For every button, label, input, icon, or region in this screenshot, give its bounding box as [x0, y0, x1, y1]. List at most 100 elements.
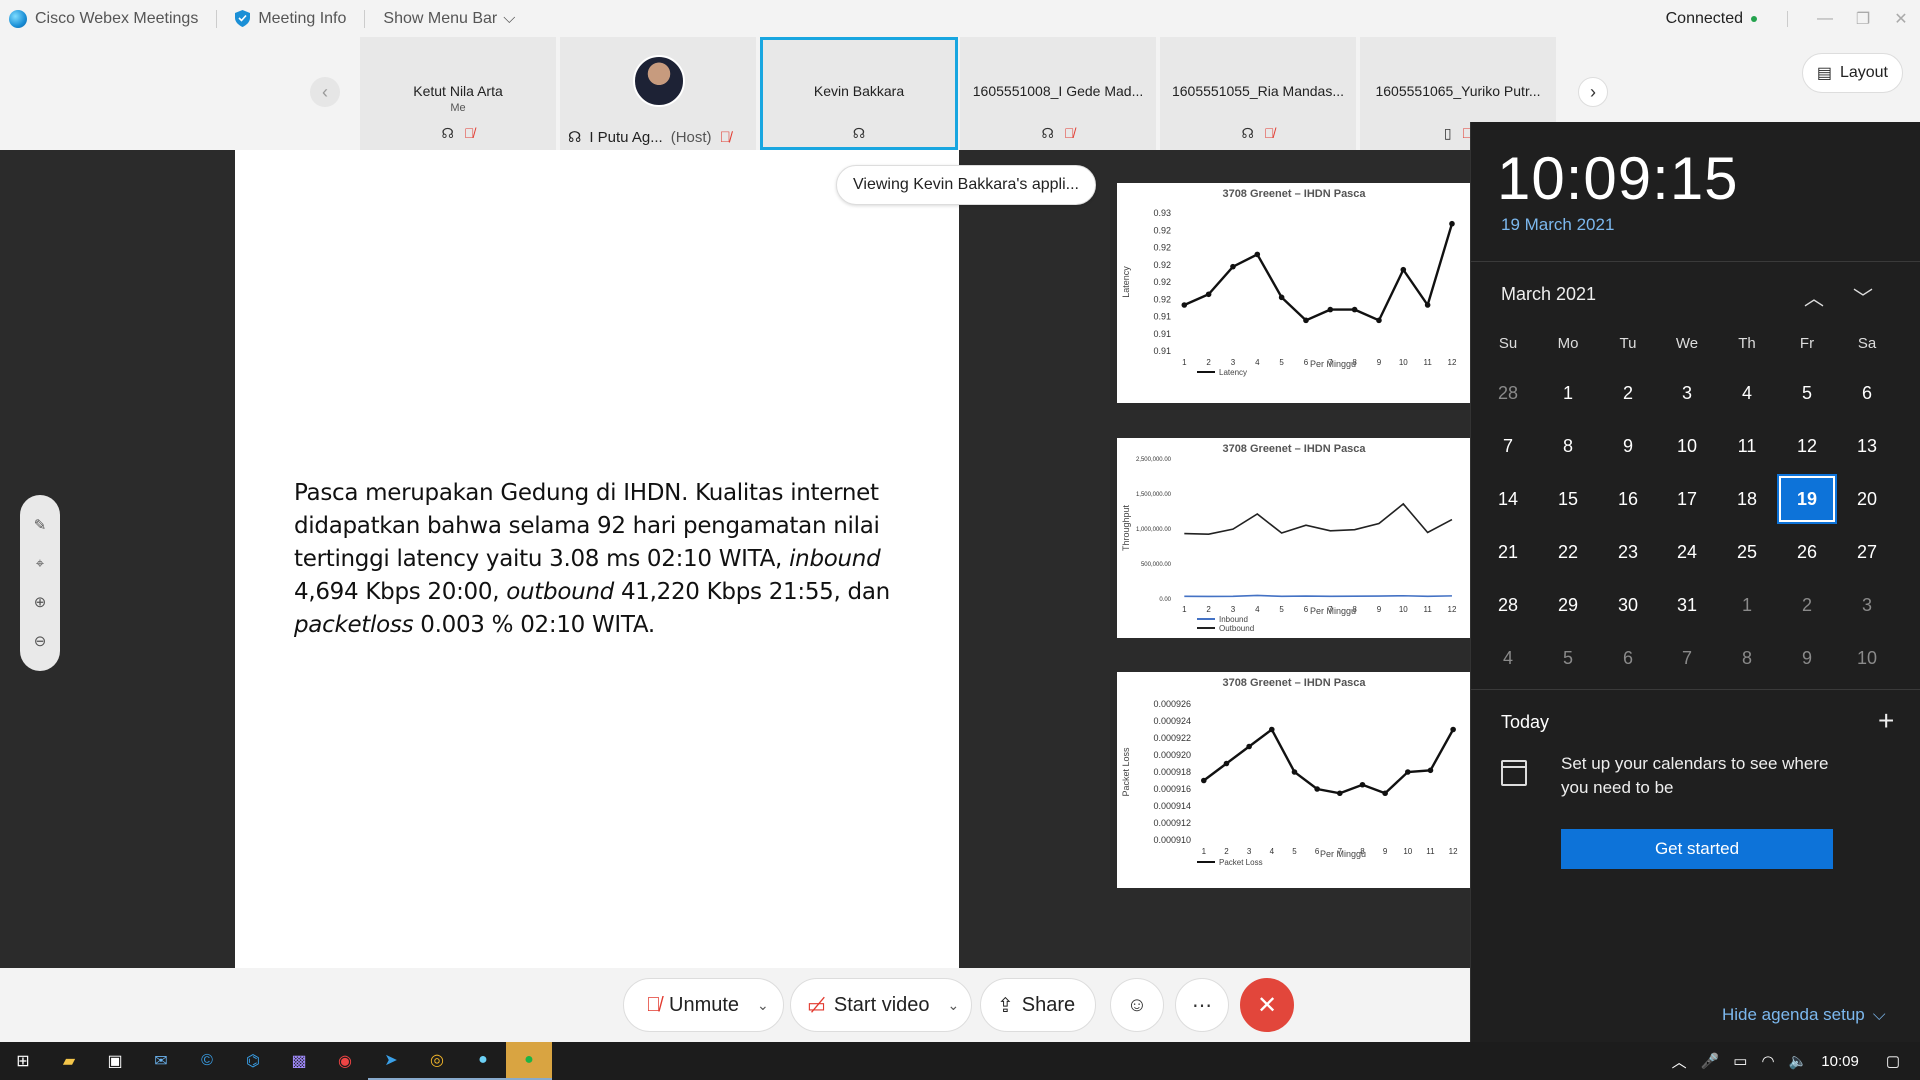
calendar-day[interactable]: 12: [1779, 423, 1835, 469]
next-month-button[interactable]: ﹀: [1853, 282, 1873, 311]
close-window-button[interactable]: ✕: [1882, 0, 1920, 37]
get-started-button[interactable]: Get started: [1561, 829, 1833, 869]
calendar-day[interactable]: 26: [1779, 529, 1835, 575]
calendar-day[interactable]: 30: [1600, 582, 1656, 628]
calendar-day[interactable]: 1: [1719, 582, 1775, 628]
start-video-button[interactable]: ▭̸ Start video ⌄: [790, 978, 973, 1032]
taskbar-clock[interactable]: 10:09: [1821, 1053, 1859, 1070]
action-center-icon[interactable]: ▢: [1886, 1052, 1900, 1070]
flyout-date-link[interactable]: 19 March 2021: [1501, 215, 1614, 235]
file-explorer-icon[interactable]: ▰: [46, 1042, 92, 1080]
hide-agenda-button[interactable]: Hide agenda setup ⌵: [1722, 1005, 1886, 1025]
participant-tile[interactable]: ☊ I Putu Ag... (Host) 🎙̸: [560, 37, 758, 150]
volume-icon[interactable]: 🔈: [1789, 1052, 1808, 1070]
calendar-day[interactable]: 28: [1480, 582, 1536, 628]
y-tick-label: 0.92: [1153, 294, 1171, 304]
add-event-button[interactable]: +: [1878, 705, 1894, 737]
previous-month-button[interactable]: ︿: [1804, 282, 1824, 311]
leave-meeting-button[interactable]: ✕: [1240, 978, 1294, 1032]
meeting-info-button[interactable]: Meeting Info: [235, 10, 346, 28]
calendar-day[interactable]: 19: [1777, 474, 1837, 524]
pointer-icon[interactable]: ⌖: [36, 555, 44, 572]
reactions-button[interactable]: ☺: [1110, 978, 1164, 1032]
participant-tile[interactable]: Ketut Nila Arta Me ☊ 🎙̸: [360, 37, 558, 150]
chart-xlabel: Per Minggu: [1310, 606, 1356, 616]
calendar-day[interactable]: 16: [1600, 476, 1656, 522]
calendar-day[interactable]: 9: [1600, 423, 1656, 469]
line-app-icon[interactable]: ●: [506, 1042, 552, 1080]
calendar-day[interactable]: 27: [1839, 529, 1895, 575]
calendar-day[interactable]: 10: [1659, 423, 1715, 469]
cortana-icon[interactable]: ©: [184, 1042, 230, 1080]
data-point: [1181, 302, 1188, 308]
participant-tile-active[interactable]: Kevin Bakkara ☊: [760, 37, 958, 150]
prev-participants-button[interactable]: ‹: [310, 77, 340, 107]
data-point: [1405, 769, 1411, 775]
calendar-day[interactable]: 11: [1719, 423, 1775, 469]
minimize-button[interactable]: —: [1806, 0, 1844, 37]
calendar-day[interactable]: 20: [1839, 476, 1895, 522]
audio-connected-icon: ☊: [852, 125, 866, 141]
chevron-down-icon[interactable]: ⌄: [757, 997, 769, 1014]
restore-button[interactable]: ❐: [1844, 0, 1882, 37]
calendar-day[interactable]: 5: [1779, 370, 1835, 416]
calendar-day[interactable]: 2: [1779, 582, 1835, 628]
chevron-up-icon[interactable]: ︿: [1672, 1051, 1687, 1072]
webex-taskbar-icon[interactable]: ●: [460, 1042, 506, 1080]
app-icon[interactable]: ◉: [322, 1042, 368, 1080]
calendar-day[interactable]: 10: [1839, 635, 1895, 681]
calendar-day[interactable]: 7: [1659, 635, 1715, 681]
more-options-button[interactable]: ⋯: [1175, 978, 1229, 1032]
calendar-day[interactable]: 3: [1839, 582, 1895, 628]
calendar-day[interactable]: 1: [1540, 370, 1596, 416]
calendar-day[interactable]: 24: [1659, 529, 1715, 575]
calendar-day[interactable]: 28: [1480, 370, 1536, 416]
share-button[interactable]: ⇪ Share: [980, 978, 1097, 1032]
microphone-icon[interactable]: 🎤: [1701, 1052, 1720, 1070]
next-participants-button[interactable]: ›: [1578, 77, 1608, 107]
wifi-icon[interactable]: ◠: [1761, 1052, 1774, 1070]
chevron-down-icon[interactable]: ⌄: [948, 997, 960, 1014]
calendar-day[interactable]: 17: [1659, 476, 1715, 522]
calendar-day[interactable]: 8: [1719, 635, 1775, 681]
calendar-month-title[interactable]: March 2021: [1501, 284, 1596, 305]
calendar-day[interactable]: 21: [1480, 529, 1536, 575]
unmute-button[interactable]: 🎙̸ Unmute ⌄: [623, 978, 784, 1032]
calendar-day[interactable]: 9: [1779, 635, 1835, 681]
calendar-day[interactable]: 14: [1480, 476, 1536, 522]
layout-button[interactable]: ▤ Layout: [1801, 53, 1903, 93]
battery-icon[interactable]: ▭: [1733, 1052, 1747, 1070]
zoom-out-icon[interactable]: ⊖: [34, 632, 47, 650]
x-tick-label: 4: [1255, 605, 1260, 614]
calendar-day[interactable]: 13: [1839, 423, 1895, 469]
calendar-day[interactable]: 23: [1600, 529, 1656, 575]
calendar-day[interactable]: 25: [1719, 529, 1775, 575]
calendar-day[interactable]: 7: [1480, 423, 1536, 469]
pen-icon[interactable]: ✎: [34, 516, 47, 534]
x-tick-label: 9: [1377, 358, 1382, 367]
calendar-day[interactable]: 6: [1839, 370, 1895, 416]
calendar-day[interactable]: 6: [1600, 635, 1656, 681]
telegram-icon[interactable]: ➤: [368, 1042, 414, 1080]
calendar-day[interactable]: 5: [1540, 635, 1596, 681]
store-icon[interactable]: ▣: [92, 1042, 138, 1080]
calendar-day[interactable]: 29: [1540, 582, 1596, 628]
premiere-icon[interactable]: ▩: [276, 1042, 322, 1080]
calendar-day[interactable]: 22: [1540, 529, 1596, 575]
zoom-in-icon[interactable]: ⊕: [34, 593, 47, 611]
calendar-day[interactable]: 18: [1719, 476, 1775, 522]
calendar-day[interactable]: 2: [1600, 370, 1656, 416]
vscode-icon[interactable]: ⌬: [230, 1042, 276, 1080]
calendar-day[interactable]: 8: [1540, 423, 1596, 469]
calendar-day[interactable]: 3: [1659, 370, 1715, 416]
chrome-icon[interactable]: ◎: [414, 1042, 460, 1080]
show-menu-bar-button[interactable]: Show Menu Bar ⌵: [383, 10, 515, 28]
participant-tile[interactable]: 1605551008_I Gede Mad... ☊ 🎙̸: [960, 37, 1158, 150]
calendar-day[interactable]: 31: [1659, 582, 1715, 628]
participant-tile[interactable]: 1605551055_Ria Mandas... ☊ 🎙̸: [1160, 37, 1358, 150]
calendar-day[interactable]: 4: [1480, 635, 1536, 681]
calendar-day[interactable]: 15: [1540, 476, 1596, 522]
windows-start-icon[interactable]: ⊞: [0, 1042, 46, 1080]
calendar-day[interactable]: 4: [1719, 370, 1775, 416]
mail-icon[interactable]: ✉: [138, 1042, 184, 1080]
